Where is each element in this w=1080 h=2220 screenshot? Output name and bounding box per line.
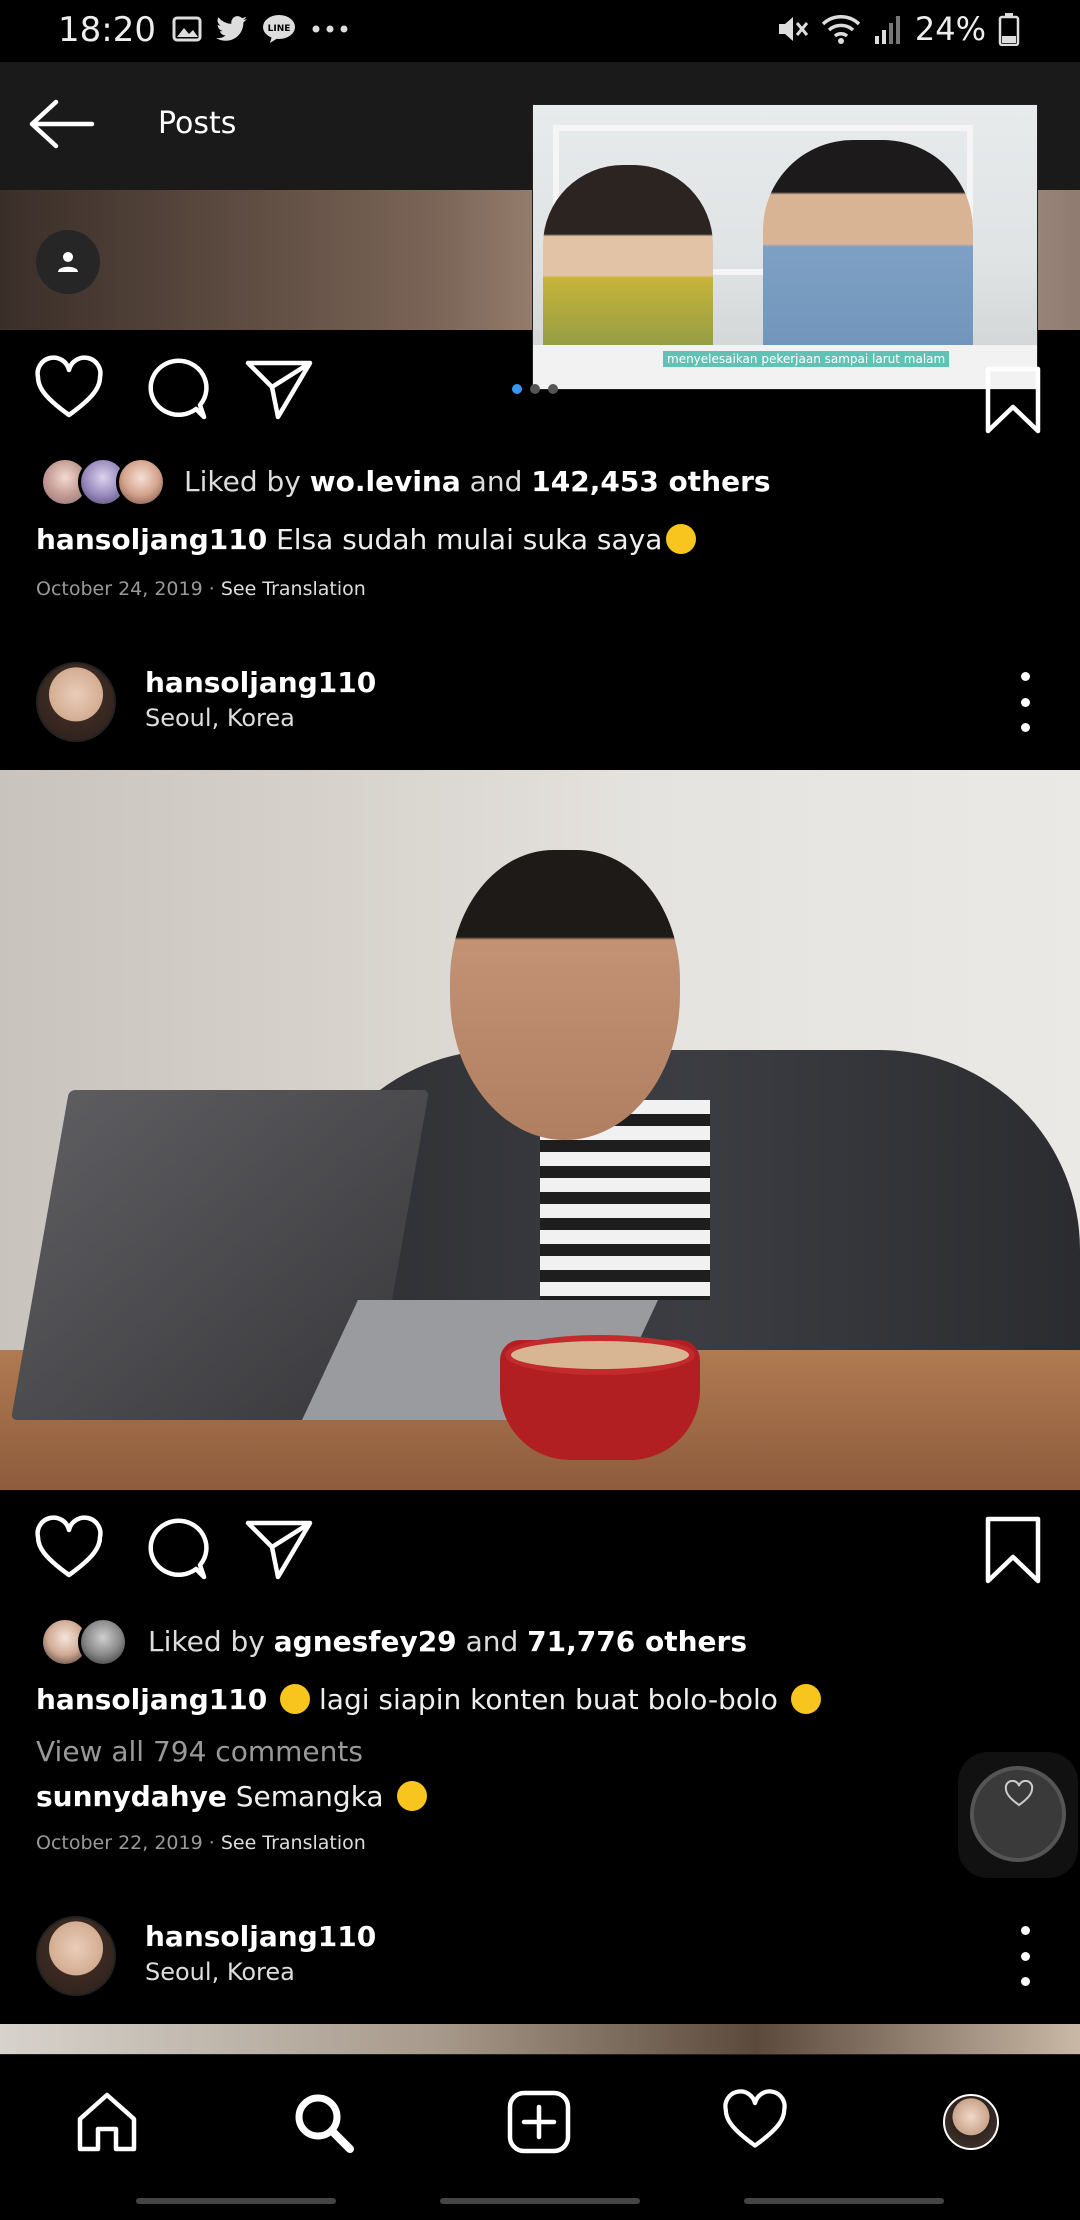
more-options-button[interactable] — [1010, 672, 1040, 732]
add-post-icon — [507, 2090, 571, 2154]
search-icon — [295, 2094, 354, 2153]
battery-percentage: 24% — [914, 10, 986, 48]
signal-icon — [874, 16, 900, 44]
post2-likes-row[interactable]: Liked by agnesfey29 and 71,776 others — [0, 1613, 1080, 1673]
sunglasses-emoji-icon — [396, 1781, 427, 1811]
profile-avatar — [943, 2094, 999, 2150]
likes-count[interactable]: 71,776 others — [527, 1625, 747, 1658]
tagged-people-button[interactable] — [36, 230, 100, 294]
post-username[interactable]: hansoljang110 — [145, 666, 376, 699]
caption-text: lagi siapin konten buat bolo-bolo — [319, 1683, 778, 1716]
liked-by-user[interactable]: wo.levina — [310, 465, 461, 498]
post-date: October 24, 2019 — [36, 578, 203, 600]
likes-and: and — [469, 465, 523, 498]
see-translation-link[interactable]: See Translation — [221, 1832, 366, 1854]
comment-text: Semangka — [235, 1780, 384, 1813]
liked-by-user[interactable]: agnesfey29 — [274, 1625, 457, 1658]
likes-prefix: Liked by — [148, 1625, 265, 1658]
avatar — [78, 1617, 128, 1667]
user-tag-icon — [58, 252, 78, 272]
more-icon — [312, 25, 348, 33]
like-heart-icon[interactable] — [34, 355, 104, 425]
post2-meta: October 22, 2019 · See Translation — [36, 1832, 366, 1854]
liker-avatars — [40, 1617, 128, 1667]
svg-text:LINE: LINE — [268, 24, 291, 34]
gesture-handle[interactable] — [136, 2198, 336, 2204]
post-username[interactable]: hansoljang110 — [145, 1920, 376, 1953]
status-time: 18:20 — [58, 10, 156, 50]
laughing-emoji-icon — [666, 524, 697, 554]
caption-text: Elsa sudah mulai suka saya — [276, 523, 663, 556]
system-gesture-bar — [0, 2184, 1080, 2220]
nav-home[interactable] — [72, 2087, 142, 2157]
nav-profile[interactable] — [936, 2087, 1006, 2157]
bookmark-icon[interactable] — [978, 1515, 1048, 1585]
post2-action-row — [0, 1515, 1080, 1595]
nav-search[interactable] — [288, 2087, 358, 2157]
likes-summary: Liked by agnesfey29 and 71,776 others — [148, 1625, 747, 1658]
line-icon: LINE — [263, 15, 295, 43]
comment-icon[interactable] — [140, 355, 210, 425]
post-location[interactable]: Seoul, Korea — [145, 704, 295, 732]
post3-header: hansoljang110 Seoul, Korea — [0, 1906, 1080, 2006]
back-arrow-icon — [29, 99, 95, 149]
image-icon — [172, 16, 202, 42]
heart-icon — [723, 2089, 787, 2148]
caption-username[interactable]: hansoljang110 — [36, 523, 267, 556]
likes-and: and — [465, 1625, 519, 1658]
avatar — [116, 457, 166, 507]
share-send-icon[interactable] — [244, 355, 314, 425]
wifi-icon — [821, 15, 861, 44]
likes-count[interactable]: 142,453 others — [531, 465, 770, 498]
like-heart-icon[interactable] — [34, 1515, 104, 1585]
battery-icon — [998, 13, 1020, 46]
share-send-icon[interactable] — [244, 1515, 314, 1585]
post1-caption: hansoljang110 Elsa sudah mulai suka saya — [36, 523, 697, 556]
post2-caption: hansoljang110 lagi siapin konten buat bo… — [36, 1683, 821, 1716]
liker-avatars — [40, 457, 166, 507]
gesture-handle[interactable] — [440, 2198, 640, 2204]
see-translation-link[interactable]: See Translation — [221, 578, 366, 600]
status-bar: 18:20 LINE 24% — [0, 0, 1080, 62]
comment-username[interactable]: sunnydahye — [36, 1780, 227, 1813]
back-button[interactable] — [28, 94, 98, 154]
post2-top-comment: sunnydahye Semangka — [36, 1780, 427, 1813]
small-heart-icon — [1004, 1780, 1034, 1807]
bookmark-icon[interactable] — [978, 365, 1048, 435]
hugging-emoji-icon — [790, 1684, 821, 1714]
post2-photo[interactable] — [0, 770, 1080, 1490]
likes-prefix: Liked by — [184, 465, 301, 498]
nav-activity[interactable] — [720, 2087, 790, 2157]
floating-reel-bubble[interactable] — [958, 1752, 1078, 1878]
home-icon — [77, 2092, 137, 2152]
likes-summary: Liked by wo.levina and 142,453 others — [184, 465, 771, 498]
more-options-button[interactable] — [1010, 1926, 1040, 1986]
avatar[interactable] — [36, 1916, 116, 1996]
post1-meta: October 24, 2019 · See Translation — [36, 578, 366, 600]
comment-icon[interactable] — [140, 1515, 210, 1585]
post-date: October 22, 2019 — [36, 1832, 203, 1854]
status-system-icons: 24% — [775, 10, 1020, 48]
avatar[interactable] — [36, 662, 116, 742]
bottom-navigation — [0, 2054, 1080, 2184]
post1-action-row — [0, 355, 1080, 435]
post3-photo[interactable] — [0, 2024, 1080, 2054]
picture-in-picture-video[interactable]: menyelesaikan pekerjaan sampai larut mal… — [532, 104, 1038, 390]
status-notification-icons: LINE — [172, 14, 350, 44]
nav-create[interactable] — [504, 2087, 574, 2157]
caption-username[interactable]: hansoljang110 — [36, 1683, 267, 1716]
twitter-icon — [216, 16, 247, 41]
shushing-emoji-icon — [280, 1684, 311, 1714]
gesture-handle[interactable] — [744, 2198, 944, 2204]
page-title: Posts — [158, 106, 237, 141]
post2-header: hansoljang110 Seoul, Korea — [0, 652, 1080, 752]
view-all-comments-link[interactable]: View all 794 comments — [36, 1735, 363, 1768]
post1-likes-row[interactable]: Liked by wo.levina and 142,453 others — [0, 453, 1080, 513]
mute-icon — [778, 17, 809, 41]
post-location[interactable]: Seoul, Korea — [145, 1958, 295, 1986]
